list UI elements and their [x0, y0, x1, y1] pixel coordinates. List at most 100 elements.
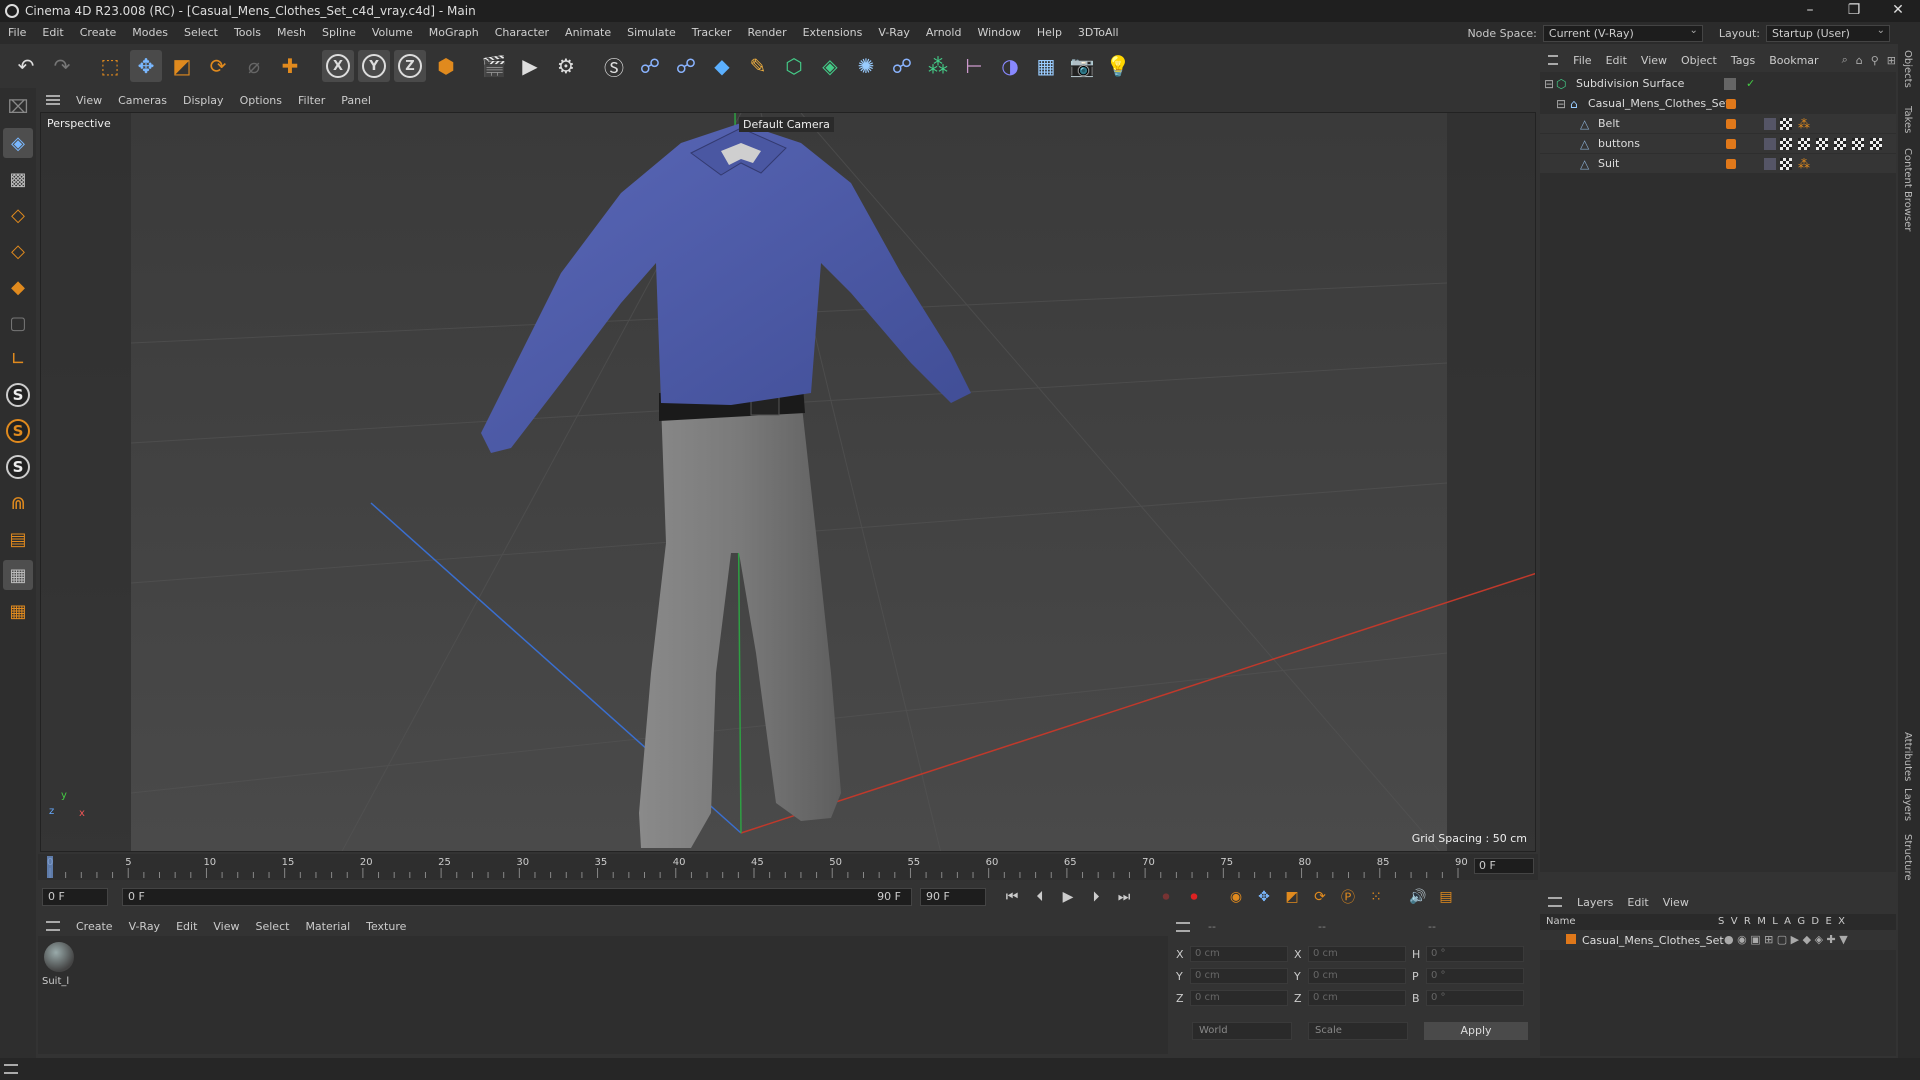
z-axis-lock-button[interactable]: Z — [394, 50, 426, 82]
size-mode-select[interactable]: Scale — [1308, 1022, 1408, 1040]
subdivision-icon[interactable]: ⬡ — [778, 50, 810, 82]
vray-s-orange-icon[interactable]: S — [3, 416, 33, 446]
pos-z-field[interactable]: 0 cm — [1190, 990, 1288, 1006]
material-menu-texture[interactable]: Texture — [358, 920, 414, 933]
object-menu-edit[interactable]: Edit — [1599, 54, 1634, 67]
coordinate-space-select[interactable]: World — [1192, 1022, 1292, 1040]
layout-select[interactable]: Startup (User) — [1766, 23, 1890, 42]
y-axis-lock-button[interactable]: Y — [358, 50, 390, 82]
viewport-menu-options[interactable]: Options — [232, 94, 290, 107]
tab-layers[interactable]: Layers — [1902, 788, 1913, 821]
phong-tag-icon[interactable] — [1764, 117, 1776, 130]
python-icon[interactable]: ☍ — [634, 50, 666, 82]
object-row-suit[interactable]: △ Suit ⁂ — [1540, 154, 1896, 173]
x-axis-lock-button[interactable]: X — [322, 50, 354, 82]
menu-edit[interactable]: Edit — [34, 22, 71, 44]
material-menu-vray[interactable]: V-Ray — [121, 920, 169, 933]
selection-tag-icon[interactable]: ⁂ — [1798, 157, 1810, 171]
start-frame-field[interactable]: 0 F — [42, 888, 108, 906]
material-tag-icon[interactable] — [1852, 137, 1864, 150]
viewport-menu-filter[interactable]: Filter — [290, 94, 333, 107]
light-icon[interactable]: 💡 — [1102, 50, 1134, 82]
render-picture-viewer-icon[interactable]: ▶ — [514, 50, 546, 82]
locked-workplane-icon[interactable]: ▦ — [3, 596, 33, 626]
search-icon[interactable]: ⌕ — [1842, 53, 1848, 67]
menu-tools[interactable]: Tools — [226, 22, 269, 44]
go-to-start-icon[interactable]: ⏮ — [1000, 885, 1024, 909]
viewport-menu-view[interactable]: View — [68, 94, 110, 107]
pos-x-field[interactable]: 0 cm — [1190, 946, 1288, 962]
floor-icon[interactable]: ▦ — [1030, 50, 1062, 82]
material-tag-icon[interactable] — [1780, 157, 1792, 170]
viewport-menu-display[interactable]: Display — [175, 94, 232, 107]
menu-create[interactable]: Create — [72, 22, 125, 44]
layer-hamburger-icon[interactable] — [1548, 897, 1562, 907]
filter-icon[interactable]: ⚲ — [1871, 54, 1879, 67]
extrude-icon[interactable]: ◈ — [814, 50, 846, 82]
layer-menu-edit[interactable]: Edit — [1620, 896, 1655, 909]
frame-range-slider[interactable]: 0 F 90 F — [122, 888, 912, 906]
material-tag-icon[interactable] — [1834, 137, 1846, 150]
coordinate-system-icon[interactable]: ⬢ — [430, 50, 462, 82]
viewport-menu-cameras[interactable]: Cameras — [110, 94, 175, 107]
new-window-icon[interactable]: ⊞ — [1887, 54, 1896, 67]
mograph-icon[interactable]: ✺ — [850, 50, 882, 82]
tab-objects[interactable]: Objects — [1902, 50, 1913, 88]
menu-vray[interactable]: V-Ray — [870, 22, 918, 44]
material-hamburger-icon[interactable] — [46, 921, 60, 931]
magnet-icon[interactable]: ⋒ — [3, 488, 33, 518]
object-menu-file[interactable]: File — [1566, 54, 1598, 67]
axis-mode-icon[interactable]: ∟ — [3, 344, 33, 374]
object-menu-bookmarks[interactable]: Bookmar — [1762, 54, 1825, 67]
live-selection-icon[interactable]: ⬚ — [94, 50, 126, 82]
material-tag-icon[interactable] — [1870, 137, 1882, 150]
rotate-tool-icon[interactable]: ⟳ — [202, 50, 234, 82]
key-parameter-icon[interactable]: Ⓟ — [1336, 885, 1360, 909]
apply-button[interactable]: Apply — [1424, 1022, 1528, 1040]
menu-modes[interactable]: Modes — [124, 22, 176, 44]
keyframe-selection-icon[interactable]: ◉ — [1224, 885, 1248, 909]
object-row-casual-mens-clothes-set[interactable]: ⊟ ⌂ Casual_Mens_Clothes_Set — [1540, 94, 1896, 113]
recent-tool-icon[interactable]: ⌀ — [238, 50, 270, 82]
menu-simulate[interactable]: Simulate — [619, 22, 684, 44]
layer-menu-layers[interactable]: Layers — [1570, 896, 1620, 909]
object-row-belt[interactable]: △ Belt ⁂ — [1540, 114, 1896, 133]
render-view-icon[interactable]: 🎬 — [478, 50, 510, 82]
coords-hamburger-icon[interactable] — [1176, 922, 1190, 932]
material-name[interactable]: Suit_l — [42, 976, 69, 987]
collapse-icon[interactable]: ⊟ — [1544, 77, 1554, 91]
layer-row[interactable]: Casual_Mens_Clothes_Set ● ◉ ▣ ⊞ ▢ ▶ ◆ ◈ … — [1540, 932, 1896, 950]
vray-icon[interactable]: Ⓢ — [598, 50, 630, 82]
menu-help[interactable]: Help — [1029, 22, 1070, 44]
record-keys-icon[interactable]: ⏺ — [1154, 885, 1178, 909]
cube-icon[interactable]: ◆ — [706, 50, 738, 82]
size-x-field[interactable]: 0 cm — [1308, 946, 1406, 962]
menu-mesh[interactable]: Mesh — [269, 22, 314, 44]
menu-3dtoall[interactable]: 3DToAll — [1070, 22, 1127, 44]
render-settings-icon[interactable]: ⚙ — [550, 50, 582, 82]
material-menu-create[interactable]: Create — [68, 920, 121, 933]
key-rotation-icon[interactable]: ⟳ — [1308, 885, 1332, 909]
point-mode-icon[interactable]: ◇ — [3, 200, 33, 230]
object-menu-tags[interactable]: Tags — [1724, 54, 1762, 67]
layer-menu-view[interactable]: View — [1656, 896, 1696, 909]
cloner-icon[interactable]: ⁂ — [922, 50, 954, 82]
material-menu-edit[interactable]: Edit — [168, 920, 205, 933]
menu-volume[interactable]: Volume — [364, 22, 421, 44]
tab-attributes[interactable]: Attributes — [1902, 732, 1913, 781]
sound-icon[interactable]: 🔊 — [1406, 885, 1430, 909]
previous-keyframe-icon[interactable]: ⏴ — [1028, 885, 1052, 909]
perspective-viewport[interactable]: Perspective Default Camera Grid Spacing … — [40, 112, 1536, 852]
texture-mode-icon[interactable]: ▩ — [3, 164, 33, 194]
close-button[interactable]: ✕ — [1876, 0, 1920, 22]
go-to-end-icon[interactable]: ⏭ — [1112, 885, 1136, 909]
menu-arnold[interactable]: Arnold — [918, 22, 970, 44]
object-row-buttons[interactable]: △ buttons — [1540, 134, 1896, 153]
enabled-check-icon[interactable]: ✓ — [1746, 77, 1755, 90]
home-icon[interactable]: ⌂ — [1856, 54, 1863, 67]
material-preview-icon[interactable] — [44, 942, 74, 972]
size-z-field[interactable]: 0 cm — [1308, 990, 1406, 1006]
menu-tracker[interactable]: Tracker — [684, 22, 740, 44]
autokey-icon[interactable]: ⏺ — [1182, 885, 1206, 909]
menu-window[interactable]: Window — [969, 22, 1028, 44]
